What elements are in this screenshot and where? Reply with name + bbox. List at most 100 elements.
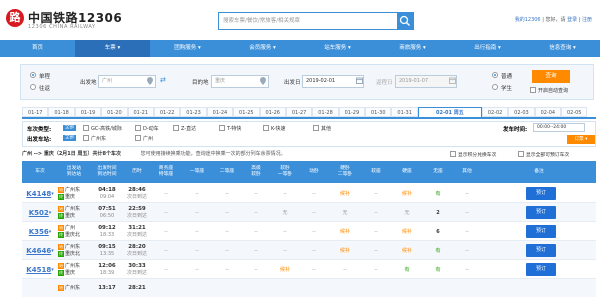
col-duration-header[interactable]: 历时 bbox=[124, 161, 150, 183]
show-points-trains-checkbox[interactable] bbox=[450, 151, 456, 157]
col-premium-sleeper-cell: -- bbox=[254, 228, 258, 235]
type-t-checkbox[interactable] bbox=[219, 125, 225, 131]
nav-tickets[interactable]: 车票 ▾ bbox=[75, 40, 150, 57]
date-tab[interactable]: 02-05 bbox=[561, 107, 588, 117]
chevron-down-icon[interactable]: ▾ bbox=[49, 210, 52, 216]
table-row: 始广州东 13:17 28:21 bbox=[22, 279, 596, 297]
train-number-link[interactable]: K4646 bbox=[26, 247, 51, 255]
depart-station: 始广州东 bbox=[58, 285, 80, 292]
station-name: 重庆北 bbox=[65, 231, 81, 238]
hard-seat-cell: 无 bbox=[404, 210, 410, 216]
book-button[interactable]: 预订 bbox=[526, 206, 556, 219]
train-number-link[interactable]: K502 bbox=[29, 209, 49, 217]
date-tab[interactable]: 01-28 bbox=[312, 107, 339, 117]
type-gc-checkbox[interactable] bbox=[83, 125, 89, 131]
date-tab[interactable]: 01-18 bbox=[48, 107, 75, 117]
date-tab[interactable]: 01-26 bbox=[259, 107, 286, 117]
date-tab[interactable]: 02-04 bbox=[534, 107, 562, 117]
date-tab[interactable]: 01-31 bbox=[391, 107, 418, 117]
start-station-badge-icon: 始 bbox=[58, 186, 64, 193]
from-station-all-toggle[interactable]: 全部 bbox=[63, 135, 76, 141]
date-tab[interactable]: 01-23 bbox=[180, 107, 207, 117]
railway-logo-icon[interactable]: 路 bbox=[6, 9, 24, 27]
chevron-down-icon[interactable]: ▾ bbox=[51, 267, 54, 273]
login-link[interactable]: 登录 bbox=[567, 17, 577, 23]
date-tab[interactable]: 01-25 bbox=[233, 107, 260, 117]
book-button[interactable]: 预订 bbox=[526, 244, 556, 257]
train-number-link[interactable]: K356 bbox=[29, 228, 49, 236]
search-button[interactable] bbox=[397, 13, 413, 29]
nav-group-services[interactable]: 团购服务 ▾ bbox=[150, 40, 225, 57]
date-tab[interactable]: 01-29 bbox=[338, 107, 366, 117]
duration: 22:59 bbox=[128, 205, 146, 212]
col-times-header[interactable]: 出发时间 到达时间 bbox=[90, 161, 124, 183]
nav-home[interactable]: 首页 bbox=[0, 40, 75, 57]
date-tab[interactable]: 01-17 bbox=[22, 107, 49, 117]
round-trip-radio[interactable] bbox=[30, 84, 36, 90]
nav-station-services[interactable]: 站车服务 ▾ bbox=[300, 40, 375, 57]
book-button[interactable]: 预订 bbox=[526, 263, 556, 276]
col-business-cell: -- bbox=[164, 190, 168, 197]
other-cell: -- bbox=[465, 228, 469, 235]
nav-info-query[interactable]: 信息查询 ▾ bbox=[525, 40, 600, 57]
station-name: 重庆北 bbox=[65, 250, 81, 257]
type-other-checkbox[interactable] bbox=[313, 125, 319, 131]
col-premium-sleeper-cell: -- bbox=[254, 190, 258, 197]
col-moving-sleeper-cell: -- bbox=[312, 247, 316, 254]
chevron-down-icon[interactable]: ▾ bbox=[51, 248, 54, 254]
show-points-trains-label: 显示积分兑换车次 bbox=[458, 153, 497, 158]
other-cell: -- bbox=[465, 209, 469, 216]
col-train-header[interactable]: 车次 bbox=[22, 161, 58, 183]
query-button[interactable]: 查询 bbox=[532, 70, 570, 83]
depart-time-select[interactable]: 00:00--24:00 bbox=[533, 123, 585, 132]
sort-dropdown[interactable]: 订票 ▾ bbox=[567, 135, 595, 144]
date-tab[interactable]: 01-19 bbox=[74, 107, 102, 117]
arrive-time: 18:33 bbox=[99, 231, 115, 238]
date-tab[interactable]: 01-22 bbox=[153, 107, 181, 117]
date-tab[interactable]: 01-21 bbox=[127, 107, 154, 117]
return-date-input[interactable]: 2019-01-07 bbox=[395, 75, 457, 88]
nav-member-services[interactable]: 会员服务 ▾ bbox=[225, 40, 300, 57]
nav-travel-guide[interactable]: 出行指南 ▾ bbox=[450, 40, 525, 57]
chevron-down-icon[interactable]: ▾ bbox=[49, 229, 52, 235]
show-bookable-checkbox[interactable] bbox=[518, 151, 524, 157]
calendar-icon[interactable] bbox=[449, 77, 456, 86]
search-input[interactable]: 搜索车票/餐饮/常旅客/相关规章 bbox=[219, 13, 399, 29]
train-number-link[interactable]: K4148 bbox=[26, 190, 51, 198]
train-number-link[interactable]: K4518 bbox=[26, 266, 51, 274]
swap-stations-icon[interactable]: ⇄ bbox=[160, 76, 166, 84]
date-tab[interactable]: 01-24 bbox=[206, 107, 234, 117]
station-gzd-checkbox[interactable] bbox=[83, 135, 89, 141]
results-table-header: 车次 出发站 到达站 出发时间 到达时间 历时 商务座 特等座 一等座 二等座 高级 软卧 软卧 一等卧 动… bbox=[22, 161, 596, 183]
date-tab[interactable]: 01-30 bbox=[365, 107, 392, 117]
date-tab[interactable]: 01-20 bbox=[101, 107, 128, 117]
train-number-cell: K502 ▾ bbox=[22, 203, 58, 222]
start-station-badge-icon: 始 bbox=[58, 224, 64, 231]
table-row: K4518 ▾ 始广州东终重庆 12:06 18:39 30:33 次日到达 -- -- -- -… bbox=[22, 260, 596, 279]
search-icon bbox=[399, 15, 410, 26]
station-gz-checkbox[interactable] bbox=[135, 135, 141, 141]
show-bookable-label: 显示全部可预订车次 bbox=[526, 153, 570, 158]
book-button[interactable]: 预订 bbox=[526, 225, 556, 238]
student-ticket-radio[interactable] bbox=[492, 84, 498, 90]
depart-date-input[interactable]: 2019-02-01 bbox=[302, 75, 364, 88]
my-account-link[interactable]: 我的12306 bbox=[515, 17, 541, 23]
type-z-checkbox[interactable] bbox=[173, 125, 179, 131]
train-type-all-toggle[interactable]: 全部 bbox=[63, 125, 76, 131]
book-button[interactable]: 预订 bbox=[526, 187, 556, 200]
type-d-checkbox[interactable] bbox=[135, 125, 141, 131]
one-way-radio[interactable] bbox=[30, 72, 36, 78]
calendar-icon[interactable] bbox=[356, 77, 363, 86]
type-k-checkbox[interactable] bbox=[263, 125, 269, 131]
date-tab[interactable]: 02-02 bbox=[481, 107, 509, 117]
nav-business-services[interactable]: 商旅服务 ▾ bbox=[375, 40, 450, 57]
auto-query-checkbox[interactable] bbox=[530, 87, 536, 93]
col-stations-header[interactable]: 出发站 到达站 bbox=[58, 161, 90, 183]
date-tab[interactable]: 01-27 bbox=[285, 107, 313, 117]
date-tab[interactable]: 02-03 bbox=[508, 107, 535, 117]
date-tab[interactable]: 02-01 周五 bbox=[417, 107, 482, 117]
arrive-station: 终重庆 bbox=[58, 212, 75, 220]
normal-ticket-radio[interactable] bbox=[492, 72, 498, 78]
register-link[interactable]: 注册 bbox=[582, 17, 592, 23]
chevron-down-icon[interactable]: ▾ bbox=[51, 191, 54, 197]
